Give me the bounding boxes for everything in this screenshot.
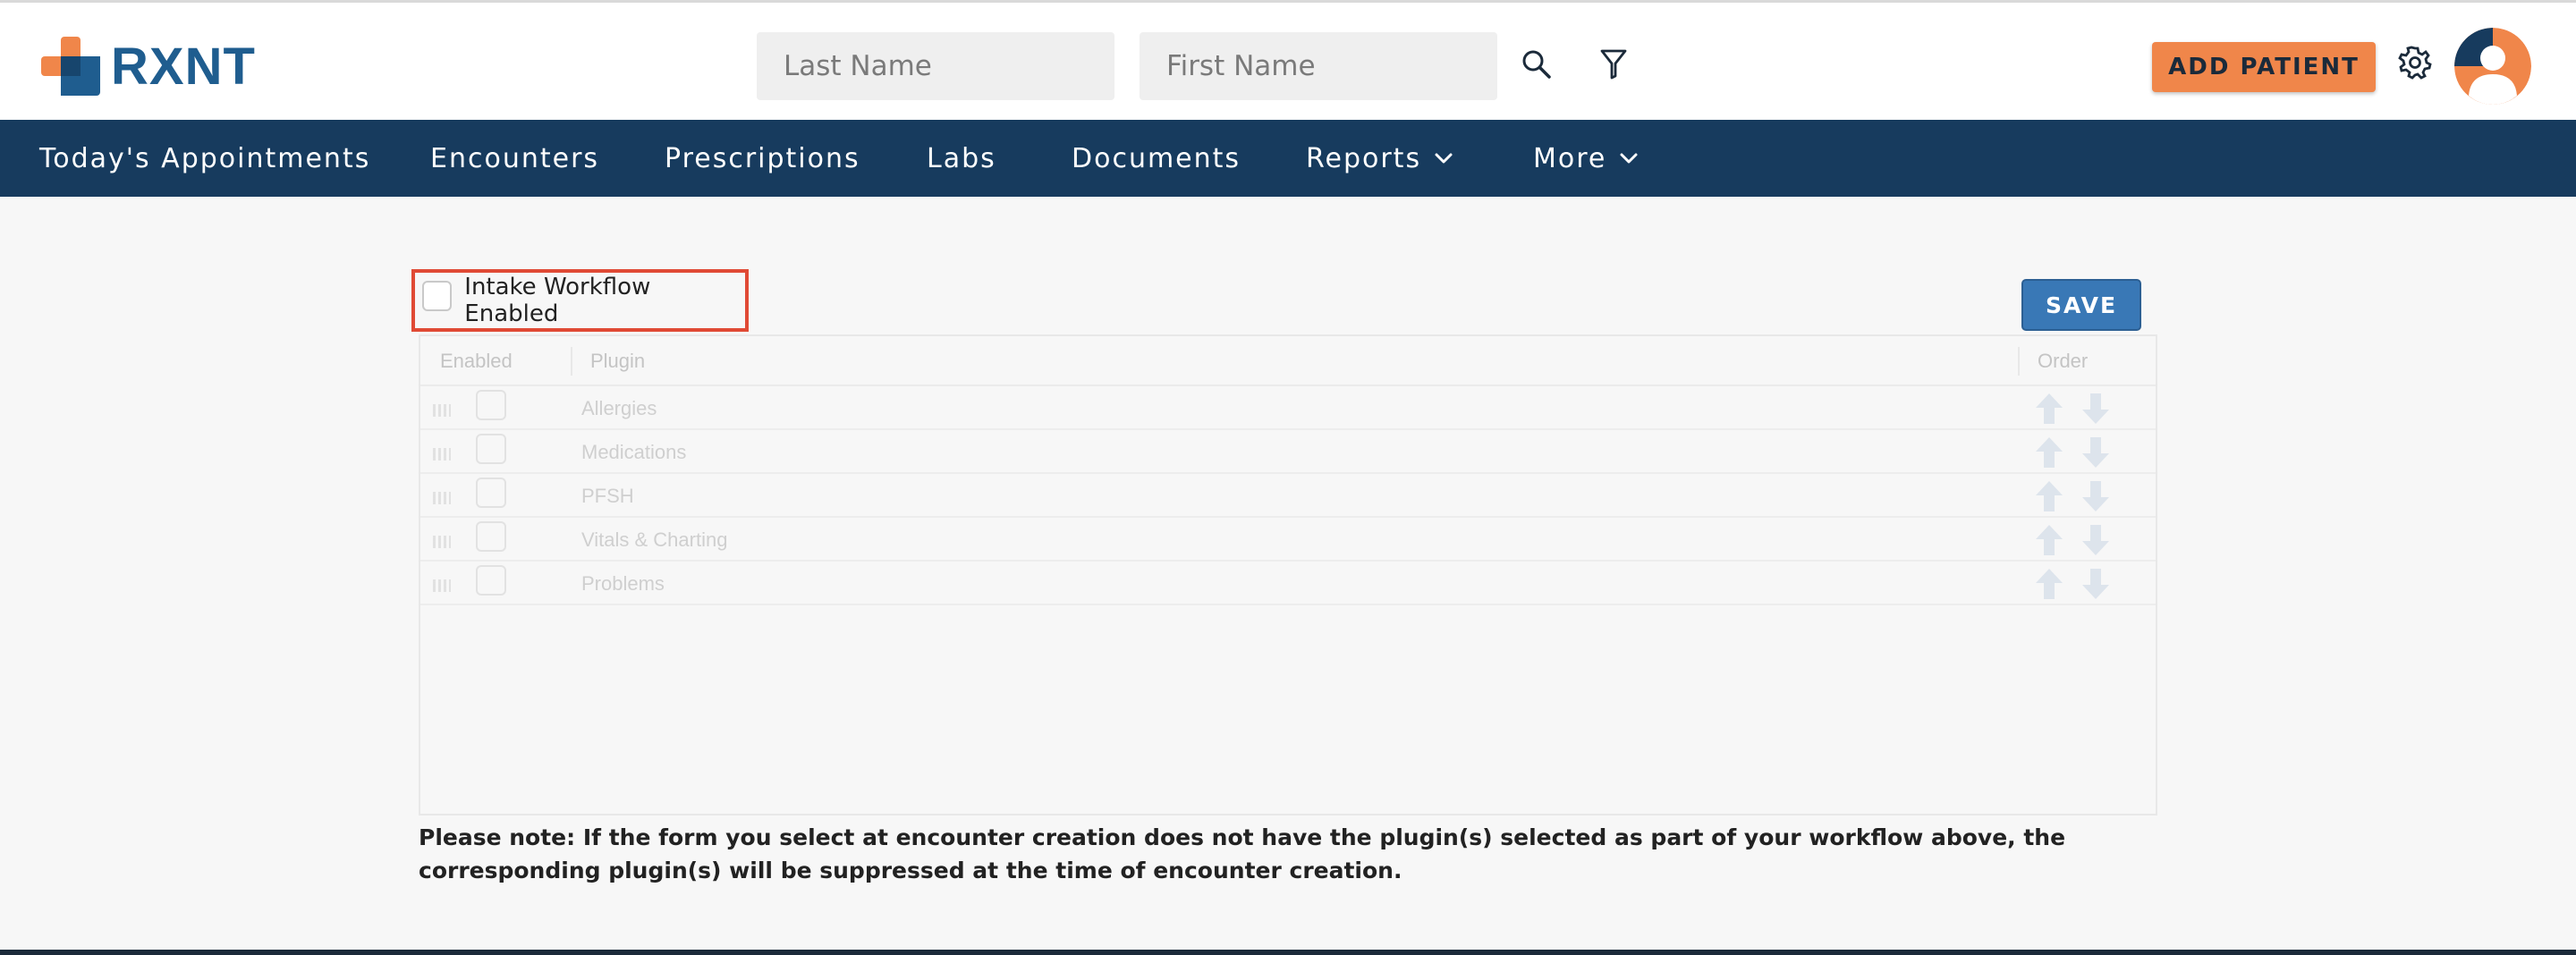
- arrow-up-icon[interactable]: [2034, 567, 2064, 601]
- plugin-name: Medications: [581, 440, 687, 463]
- nav-item-more[interactable]: More: [1533, 120, 1639, 197]
- arrow-down-icon[interactable]: [2080, 567, 2111, 601]
- grid-header: Enabled Plugin Order: [420, 336, 2156, 386]
- arrow-down-icon[interactable]: [2080, 435, 2111, 469]
- user-avatar-icon[interactable]: [2454, 28, 2531, 105]
- plugin-enabled-checkbox[interactable]: [476, 390, 506, 420]
- column-header-order: Order: [2038, 350, 2089, 372]
- table-row: Allergies: [420, 386, 2156, 430]
- plugin-name: PFSH: [581, 484, 634, 507]
- column-header-plugin: Plugin: [590, 350, 646, 372]
- plugin-grid: Enabled Plugin Order Allergies Medicatio…: [419, 334, 2157, 816]
- table-row: Vitals & Charting: [420, 518, 2156, 562]
- nav-item-prescriptions[interactable]: Prescriptions: [665, 120, 860, 197]
- nav-item-label: Prescriptions: [665, 142, 860, 174]
- table-row: PFSH: [420, 474, 2156, 518]
- drag-handle-icon[interactable]: [433, 536, 451, 548]
- plugin-name: Problems: [581, 571, 665, 595]
- intake-workflow-label: Intake Workflow Enabled: [464, 274, 651, 327]
- arrow-down-icon[interactable]: [2080, 392, 2111, 426]
- table-row: Medications: [420, 430, 2156, 474]
- nav-item-encounters[interactable]: Encounters: [430, 120, 599, 197]
- add-patient-button[interactable]: ADD PATIENT: [2152, 42, 2376, 92]
- main-nav: Today's Appointments Encounters Prescrip…: [0, 120, 2576, 197]
- logo-text: RXNT: [111, 37, 256, 96]
- column-header-enabled: Enabled: [440, 350, 513, 372]
- plugin-name: Allergies: [581, 396, 657, 419]
- nav-item-label: Encounters: [430, 142, 600, 174]
- nav-item-label: Reports: [1306, 142, 1422, 174]
- arrow-down-icon[interactable]: [2080, 479, 2111, 513]
- chevron-down-icon: [1435, 153, 1453, 164]
- search-icon[interactable]: [1517, 45, 1556, 84]
- gear-icon[interactable]: [2395, 43, 2435, 82]
- arrow-up-icon[interactable]: [2034, 435, 2064, 469]
- first-name-input[interactable]: [1140, 32, 1497, 100]
- rxnt-logo[interactable]: RXNT: [41, 35, 256, 97]
- nav-item-label: Documents: [1072, 142, 1241, 174]
- plugin-enabled-checkbox[interactable]: [476, 478, 506, 508]
- top-header: RXNT ADD PATIENT: [0, 0, 2576, 120]
- nav-item-label: More: [1533, 142, 1607, 174]
- nav-item-reports[interactable]: Reports: [1306, 120, 1453, 197]
- arrow-down-icon[interactable]: [2080, 523, 2111, 557]
- logo-cross-icon: [41, 37, 100, 96]
- drag-handle-icon[interactable]: [433, 492, 451, 504]
- plugin-name: Vitals & Charting: [581, 528, 728, 551]
- nav-item-label: Today's Appointments: [39, 142, 371, 174]
- intake-workflow-toggle[interactable]: Intake Workflow Enabled: [411, 269, 749, 332]
- chevron-down-icon: [1620, 153, 1638, 164]
- table-row: Problems: [420, 562, 2156, 605]
- drag-handle-icon[interactable]: [433, 579, 451, 592]
- plugin-enabled-checkbox[interactable]: [476, 521, 506, 552]
- bottom-border: [0, 950, 2576, 955]
- drag-handle-icon[interactable]: [433, 448, 451, 461]
- arrow-up-icon[interactable]: [2034, 523, 2064, 557]
- nav-item-documents[interactable]: Documents: [1072, 120, 1241, 197]
- nav-item-todays-appointments[interactable]: Today's Appointments: [39, 120, 370, 197]
- plugin-enabled-checkbox[interactable]: [476, 565, 506, 596]
- arrow-up-icon[interactable]: [2034, 392, 2064, 426]
- plugin-enabled-checkbox[interactable]: [476, 434, 506, 464]
- drag-handle-icon[interactable]: [433, 404, 451, 417]
- nav-item-labs[interactable]: Labs: [927, 120, 996, 197]
- intake-workflow-checkbox[interactable]: [422, 281, 453, 311]
- plugin-note: Please note: If the form you select at e…: [419, 824, 2066, 883]
- filter-icon[interactable]: [1594, 45, 1633, 84]
- nav-item-label: Labs: [927, 142, 996, 174]
- arrow-up-icon[interactable]: [2034, 479, 2064, 513]
- save-button[interactable]: SAVE: [2021, 279, 2141, 331]
- last-name-input[interactable]: [757, 32, 1114, 100]
